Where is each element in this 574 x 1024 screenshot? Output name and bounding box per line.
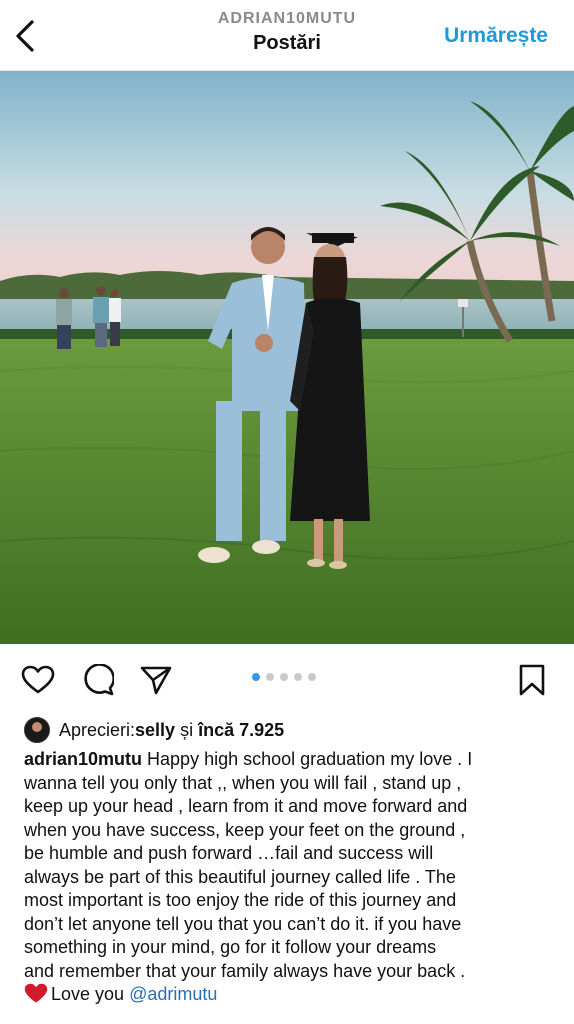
post-actions-bar xyxy=(0,656,574,704)
header-titles: ADRIAN10MUTU Postări xyxy=(140,10,434,55)
page-title: Postări xyxy=(253,32,321,54)
caption-text: Happy high school graduation my love . I xyxy=(142,749,473,769)
liker-username[interactable]: selly xyxy=(135,720,175,741)
likes-summary[interactable]: Aprecieri: selly și încă 7.925 xyxy=(24,717,284,743)
caption-username[interactable]: adrian10mutu xyxy=(24,749,142,769)
caption-text: be humble and push forward …fail and suc… xyxy=(24,843,434,863)
bookmark-icon xyxy=(519,664,545,696)
caption-last-line: Love you @adrimutu xyxy=(24,983,554,1007)
carousel-dot xyxy=(308,673,316,681)
header-username: ADRIAN10MUTU xyxy=(217,10,357,27)
carousel-dot xyxy=(266,673,274,681)
comment-icon xyxy=(84,664,114,696)
caption-text: and remember that your family always hav… xyxy=(24,960,466,981)
carousel-dot-active xyxy=(252,673,260,681)
share-icon xyxy=(140,666,172,695)
love-text: Love you xyxy=(51,984,130,1004)
back-chevron-icon xyxy=(16,20,34,52)
caption-text: something in your mind, go for it follow… xyxy=(24,937,437,957)
top-bar: ADRIAN10MUTU Postări Urmărește xyxy=(0,0,574,71)
save-button[interactable] xyxy=(514,664,550,696)
like-button[interactable] xyxy=(20,664,56,696)
caption-text: always be part of this beautiful journey… xyxy=(24,866,456,887)
liker-avatar xyxy=(24,717,50,743)
caption-text: wanna tell you only that ,, when you wil… xyxy=(24,772,462,793)
comment-button[interactable] xyxy=(80,664,116,696)
follow-button[interactable]: Urmărește xyxy=(444,24,548,48)
caption-line-1: adrian10mutu Happy high school graduatio… xyxy=(24,748,554,772)
post-caption: adrian10mutu Happy high school graduatio… xyxy=(24,748,554,1007)
carousel-indicator xyxy=(252,673,316,681)
caption-text: don’t let anyone tell you that you can’t… xyxy=(24,913,462,934)
carousel-dot xyxy=(294,673,302,681)
caption-text: keep up your head , learn from it and mo… xyxy=(24,796,468,816)
likes-count[interactable]: încă 7.925 xyxy=(198,720,284,741)
caption-text: most important is too enjoy the ride of … xyxy=(24,890,457,910)
graduation-photo xyxy=(0,71,574,644)
red-heart-emoji-icon xyxy=(24,983,48,1003)
mention-link[interactable]: @adrimutu xyxy=(129,984,217,1004)
likes-connector: și xyxy=(175,719,199,740)
carousel-dot xyxy=(280,673,288,681)
caption-text: when you have success, keep your feet on… xyxy=(24,819,466,840)
likes-prefix: Aprecieri: xyxy=(59,719,136,740)
back-button[interactable] xyxy=(8,14,42,58)
post-photo[interactable] xyxy=(0,71,574,644)
heart-icon xyxy=(21,665,55,694)
share-button[interactable] xyxy=(138,664,174,696)
